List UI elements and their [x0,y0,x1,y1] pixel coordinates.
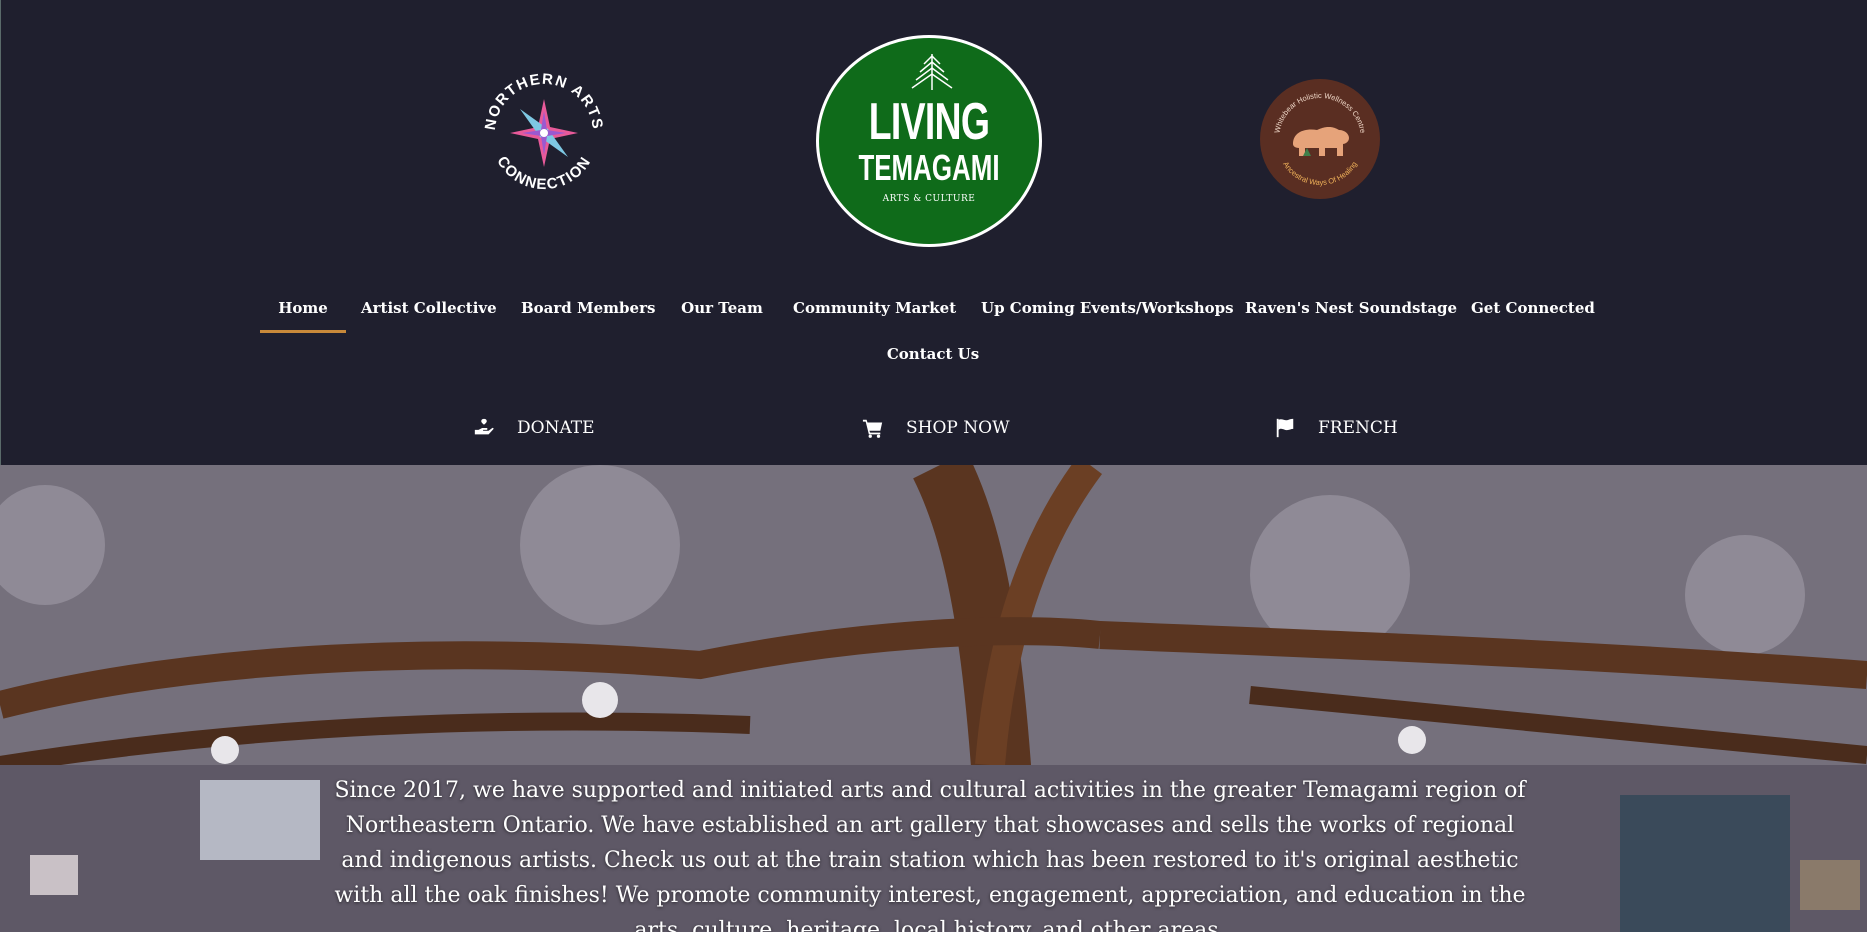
shop-now-link[interactable]: SHOP NOW [862,410,1010,446]
nav-contact-us-label: Contact Us [886,345,980,363]
logo-line-arts-culture: ARTS & CULTURE [882,194,976,204]
nav-board-members-label: Board Members [521,299,656,317]
nav-get-connected[interactable]: Get Connected [1471,290,1595,330]
bear-icon [1293,127,1349,156]
hero-banner: Since 2017, we have supported and initia… [0,465,1867,932]
nav-ravens-nest-label: Raven's Nest Soundstage [1245,299,1458,317]
pine-tree-icon [911,54,953,90]
nav-community-market-label: Community Market [793,299,957,317]
nav-our-team-label: Our Team [681,299,763,317]
nav-contact-us[interactable]: Contact Us [877,336,989,376]
nav-home[interactable]: Home [260,290,346,333]
living-temagami-logo[interactable]: LIVING TEMAGAMI ARTS & CULTURE [816,35,1042,247]
shopping-cart-icon [862,419,883,438]
shop-now-label: SHOP NOW [906,418,1010,438]
nav-home-label: Home [278,299,328,317]
nav-upcoming-events-label: Up Coming Events/Workshops [981,299,1234,317]
northern-arts-connection-logo[interactable]: NORTHERN ARTS CONNECTION [477,66,611,200]
nav-artist-collective-label: Artist Collective [361,299,497,317]
nav-our-team[interactable]: Our Team [677,290,767,330]
french-link[interactable]: FRENCH [1274,410,1398,446]
hero-description: Since 2017, we have supported and initia… [334,778,1526,932]
nav-artist-collective[interactable]: Artist Collective [361,290,497,330]
donate-link[interactable]: DONATE [473,410,595,446]
donate-label: DONATE [517,418,595,438]
site-header: NORTHERN ARTS CONNECTION LIVING TEMAGAMI… [0,0,1867,465]
nav-board-members[interactable]: Board Members [521,290,655,330]
nav-ravens-nest[interactable]: Raven's Nest Soundstage [1245,290,1457,330]
nav-community-market[interactable]: Community Market [793,290,957,330]
french-label: FRENCH [1318,418,1398,438]
logo-line-living: LIVING [868,93,990,151]
logo-line-temagami: TEMAGAMI [858,147,1000,188]
nav-get-connected-label: Get Connected [1471,299,1595,317]
nav-upcoming-events[interactable]: Up Coming Events/Workshops [981,290,1234,330]
flag-icon [1276,418,1294,438]
whitebear-wellness-logo[interactable]: Whitebear Holistic Wellness Centre Ances… [1259,78,1381,200]
donate-hand-icon [474,418,494,435]
